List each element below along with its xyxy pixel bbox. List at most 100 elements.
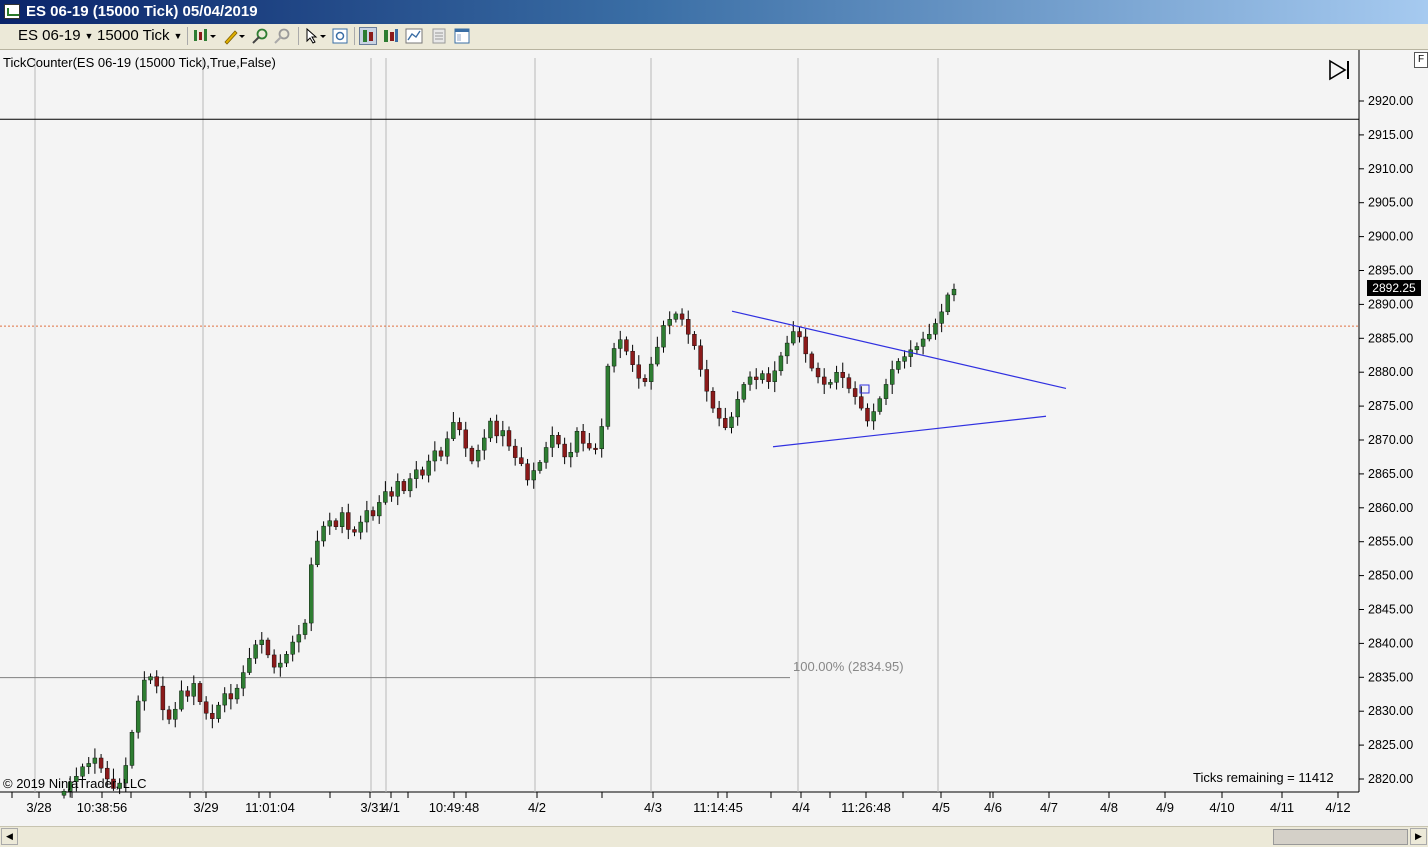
candle-down	[463, 429, 468, 449]
time-axis-label: 4/8	[1100, 800, 1118, 815]
candle-up	[667, 319, 672, 326]
price-axis-label: 2855.00	[1368, 535, 1413, 549]
candle-up	[914, 346, 920, 351]
candle-up	[426, 460, 431, 476]
candle-up	[834, 372, 839, 383]
price-axis-label: 2860.00	[1368, 501, 1413, 515]
candle-down	[210, 713, 215, 719]
ticks-remaining: Ticks remaining = 11412	[1193, 770, 1334, 785]
candle-down	[754, 376, 759, 380]
candle-up	[92, 757, 98, 764]
candle-down	[457, 422, 462, 431]
candle-down	[766, 373, 771, 382]
window-title: ES 06-19 (15000 Tick) 05/04/2019	[26, 3, 258, 20]
candle-down	[797, 331, 802, 338]
candle-down	[271, 654, 277, 668]
time-axis-label: 4/6	[984, 800, 1002, 815]
time-axis-label: 11:14:45	[693, 800, 743, 815]
time-axis-label: 4/4	[792, 800, 810, 815]
candle-down	[710, 390, 716, 409]
candle-down	[630, 350, 635, 365]
candle-up	[735, 399, 740, 418]
time-axis-label: 11:01:04	[245, 800, 295, 815]
chart-panel-icon[interactable]	[430, 27, 448, 45]
cursor-icon[interactable]	[303, 27, 326, 45]
candle-up	[290, 641, 295, 655]
trendline	[772, 415, 1047, 448]
play-icon[interactable]	[1328, 59, 1352, 81]
candle-up	[673, 313, 679, 320]
chart-trader-icon[interactable]	[359, 27, 377, 45]
candle-up	[315, 540, 320, 565]
price-axis-label: 2895.00	[1368, 264, 1413, 278]
trendline	[731, 310, 1067, 390]
candle-down	[525, 463, 530, 481]
candle-down	[506, 430, 512, 447]
time-axis-label: 4/9	[1156, 800, 1174, 815]
candle-down	[822, 376, 827, 385]
zoom-out-icon[interactable]	[273, 27, 291, 45]
time-axis-label: 4/5	[932, 800, 950, 815]
candle-up	[784, 342, 790, 357]
candle-up	[939, 311, 944, 324]
candle-down	[160, 685, 166, 711]
candle-down	[698, 345, 703, 370]
candle-up	[945, 294, 951, 313]
candlestick-chart[interactable]: 2920.00 2915.00 2910.00 2905.00 2900.00 2895.…	[0, 50, 1428, 822]
candle-up	[741, 384, 747, 400]
window-linking-icon[interactable]	[453, 27, 471, 45]
candle-up	[148, 676, 153, 681]
candle-down	[580, 430, 586, 444]
toolbar-divider	[298, 27, 299, 45]
candle-up	[278, 662, 283, 668]
price-axis-label: 2845.00	[1368, 603, 1413, 617]
instrument-selector[interactable]: ES 06-19 ▼	[18, 26, 93, 46]
candle-up	[135, 700, 141, 733]
properties-icon[interactable]	[382, 27, 400, 45]
candle-down	[469, 447, 475, 462]
candle-down	[642, 378, 648, 382]
fib-level-label: 100.00% (2834.95)	[793, 659, 904, 674]
candle-up	[444, 438, 450, 457]
scrollbar-thumb[interactable]	[1273, 829, 1408, 845]
candle-up	[729, 416, 734, 428]
scroll-left-icon[interactable]: ◀	[1, 828, 18, 845]
toolbar-divider	[187, 27, 188, 45]
time-axis-label: 3/29	[193, 800, 218, 815]
price-axis-label: 2825.00	[1368, 738, 1413, 752]
candle-up	[339, 512, 345, 527]
candle-down	[723, 418, 728, 428]
time-axis-label: 4/12	[1325, 800, 1350, 815]
price-axis-label: 2820.00	[1368, 772, 1413, 786]
candle-up	[896, 361, 901, 370]
strategies-icon[interactable]	[405, 27, 423, 45]
chart-window-icon	[4, 4, 20, 19]
candle-down	[859, 396, 864, 409]
candle-down	[624, 339, 629, 352]
horizontal-scrollbar[interactable]: ◀ ▶	[0, 826, 1428, 847]
scroll-right-icon[interactable]: ▶	[1410, 828, 1427, 845]
copyright-text: © 2019 NinjaTrader, LLC	[3, 776, 147, 791]
chart-panel[interactable]: 2920.00 2915.00 2910.00 2905.00 2900.00 2895.…	[0, 50, 1428, 822]
candle-up	[432, 450, 438, 462]
candle-up	[550, 435, 555, 448]
price-axis-label: 2835.00	[1368, 670, 1413, 684]
candle-up	[568, 452, 574, 458]
zoom-in-icon[interactable]	[251, 27, 269, 45]
data-box-icon[interactable]	[331, 27, 349, 45]
candle-up	[234, 687, 240, 700]
candle-up	[599, 426, 604, 450]
panel-f-button[interactable]: F	[1414, 52, 1428, 68]
candle-up	[377, 502, 382, 517]
candle-down	[494, 420, 499, 437]
candle-up	[284, 654, 289, 664]
candle-up	[500, 430, 506, 437]
indicator-label: TickCounter(ES 06-19 (15000 Tick),True,F…	[3, 55, 276, 70]
candle-up	[760, 373, 765, 380]
time-axis-label: 4/2	[528, 800, 546, 815]
interval-selector[interactable]: 15000 Tick ▼	[97, 26, 182, 46]
drawing-tool-icon[interactable]	[222, 27, 245, 45]
time-axis-label: 4/10	[1209, 800, 1234, 815]
bar-type-icon[interactable]	[192, 27, 216, 45]
price-axis-label: 2840.00	[1368, 636, 1413, 650]
